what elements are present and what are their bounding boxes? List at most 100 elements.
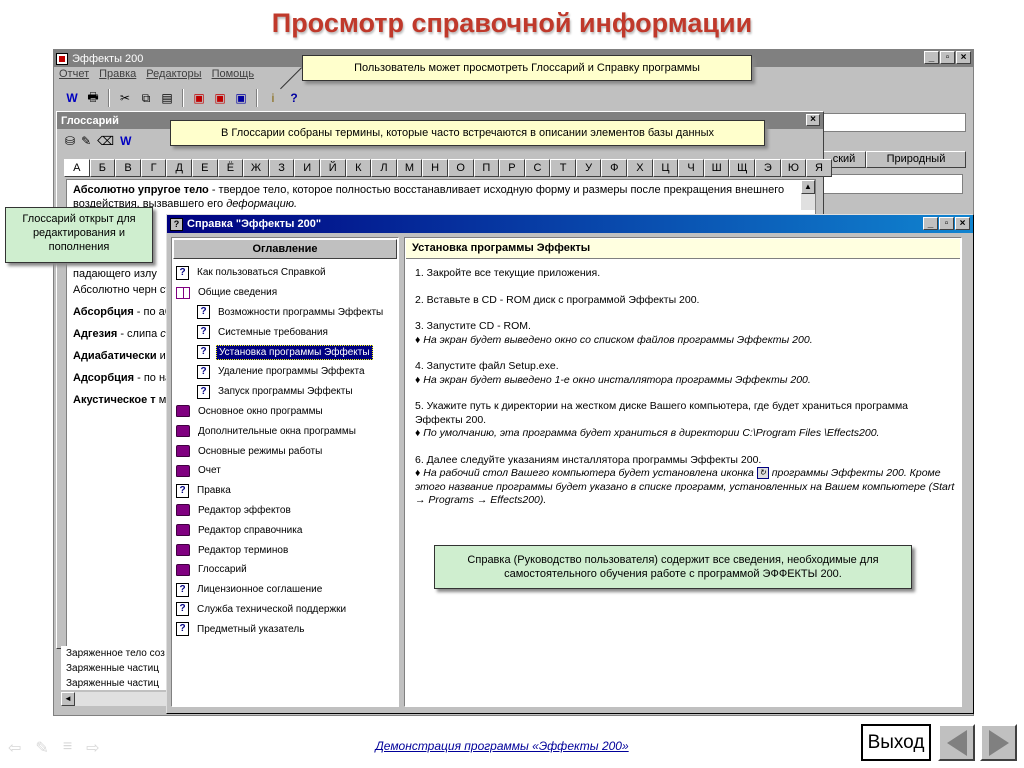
alphabet-tab[interactable]: К bbox=[345, 159, 372, 177]
question-page-icon: ? bbox=[176, 622, 189, 637]
glossary-close-button[interactable]: × bbox=[806, 114, 820, 126]
add-term-icon[interactable]: ⛁ bbox=[65, 134, 75, 148]
alphabet-tab[interactable]: Ч bbox=[678, 159, 704, 177]
alphabet-tab[interactable]: А bbox=[64, 159, 90, 177]
toc-item[interactable]: ? Удаление программы Эффекта bbox=[176, 362, 396, 382]
toc-item[interactable]: ? Служба технической поддержки bbox=[176, 600, 396, 620]
book-icon bbox=[176, 425, 190, 438]
toc-item[interactable]: Общие сведения bbox=[176, 283, 396, 303]
alphabet-tab[interactable]: Ё bbox=[217, 159, 244, 177]
menu-report[interactable]: Отчет bbox=[59, 68, 89, 84]
menu-editors[interactable]: Редакторы bbox=[146, 68, 201, 84]
left-triangle-icon bbox=[946, 729, 967, 756]
demo-link[interactable]: Демонстрация программы «Эффекты 200» bbox=[0, 739, 1004, 753]
alphabet-tab[interactable]: Й bbox=[319, 159, 346, 177]
toc-item[interactable]: ? Установка программы Эффекты bbox=[176, 342, 396, 362]
step-note: ♦ На экран будет выведено окно со списко… bbox=[415, 333, 813, 346]
toc-item[interactable]: Очет bbox=[176, 461, 396, 481]
alphabet-tab[interactable]: У bbox=[575, 159, 602, 177]
help-maximize-button[interactable]: ▫ bbox=[939, 217, 954, 230]
alphabet-tab[interactable]: Н bbox=[422, 159, 448, 177]
toc-item[interactable]: ? Системные требования bbox=[176, 322, 396, 342]
alphabet-tab[interactable]: З bbox=[268, 159, 295, 177]
menu-help[interactable]: Помощь bbox=[212, 68, 255, 84]
alphabet-tabs: АБВГДЕЁЖЗИЙКЛМНОПРСТУФХЦЧШЩЭЮЯ bbox=[64, 159, 832, 177]
alphabet-tab[interactable]: Ю bbox=[780, 159, 807, 177]
toc-item[interactable]: Редактор эффектов bbox=[176, 501, 396, 521]
alphabet-tab[interactable]: В bbox=[115, 159, 141, 177]
content-pane: Установка программы Эффекты 1. Закройте … bbox=[404, 237, 962, 707]
toc-item[interactable]: ? Лицензионное соглашение bbox=[176, 580, 396, 600]
help-close-button[interactable]: × bbox=[955, 217, 970, 230]
alphabet-tab[interactable]: М bbox=[396, 159, 423, 177]
menu-edit[interactable]: Правка bbox=[99, 68, 136, 84]
edit-term-icon[interactable]: ✎ bbox=[81, 134, 91, 148]
terms-icon[interactable]: ▣ bbox=[232, 89, 250, 107]
alphabet-tab[interactable]: П bbox=[473, 159, 500, 177]
alphabet-tab[interactable]: Р bbox=[499, 159, 525, 177]
horizontal-scrollbar[interactable]: ◄ bbox=[61, 692, 171, 706]
scroll-up-arrow[interactable]: ▲ bbox=[801, 180, 815, 194]
term-list-item[interactable]: Заряженные частиц bbox=[66, 661, 171, 676]
toc-item-label: Редактор терминов bbox=[198, 544, 289, 556]
alphabet-tab[interactable]: Я bbox=[806, 159, 832, 177]
term-list-item[interactable]: Заряженные частиц bbox=[66, 676, 171, 690]
maximize-button[interactable]: ▫ bbox=[940, 51, 955, 64]
toc-item-label: Предметный указатель bbox=[197, 623, 305, 635]
toc-item[interactable]: Глоссарий bbox=[176, 560, 396, 580]
alphabet-tab[interactable]: Щ bbox=[729, 159, 756, 177]
exit-button[interactable]: Выход bbox=[861, 724, 931, 761]
book-icon bbox=[176, 563, 190, 576]
word-icon[interactable]: W bbox=[63, 89, 81, 107]
alphabet-tab[interactable]: Г bbox=[140, 159, 167, 177]
toc-item[interactable]: ? Предметный указатель bbox=[176, 619, 396, 639]
alphabet-tab[interactable]: Д bbox=[166, 159, 192, 177]
toc-item[interactable]: Редактор справочника bbox=[176, 520, 396, 540]
alphabet-tab[interactable]: Л bbox=[371, 159, 397, 177]
previous-button[interactable] bbox=[938, 724, 975, 761]
toc-item[interactable]: ? Запуск программы Эффекты bbox=[176, 382, 396, 402]
help-icon[interactable]: ? bbox=[285, 89, 303, 107]
next-button[interactable] bbox=[980, 724, 1017, 761]
term-list-item[interactable]: Заряженное тело соз bbox=[66, 646, 171, 661]
glossary-definition-italic: деформацию. bbox=[226, 198, 298, 210]
reference-icon[interactable]: ▣ bbox=[211, 89, 229, 107]
alphabet-tab[interactable]: И bbox=[294, 159, 320, 177]
alphabet-tab[interactable]: С bbox=[524, 159, 551, 177]
tab-natural[interactable]: Природный bbox=[866, 151, 966, 168]
alphabet-tab[interactable]: Ф bbox=[601, 159, 628, 177]
alphabet-tab[interactable]: Ц bbox=[652, 159, 679, 177]
alphabet-tab[interactable]: Б bbox=[89, 159, 116, 177]
alphabet-tab[interactable]: Ж bbox=[243, 159, 269, 177]
toc-item[interactable]: Редактор терминов bbox=[176, 540, 396, 560]
minimize-button[interactable]: _ bbox=[924, 51, 939, 64]
alphabet-tab[interactable]: О bbox=[447, 159, 474, 177]
help-minimize-button[interactable]: _ bbox=[923, 217, 938, 230]
open-book-icon bbox=[176, 286, 190, 299]
search-field[interactable] bbox=[822, 113, 966, 132]
scroll-left-arrow[interactable]: ◄ bbox=[61, 692, 75, 706]
glossary-scrollbar[interactable]: ▲ bbox=[801, 180, 815, 210]
print-icon[interactable]: 🖶 bbox=[84, 89, 102, 107]
toc-pane: Оглавление ? Как пользоваться Справкой Общ… bbox=[171, 237, 399, 707]
alphabet-tab[interactable]: Э bbox=[755, 159, 781, 177]
toc-item[interactable]: ? Возможности программы Эффекты bbox=[176, 303, 396, 323]
glossary-term: Абсолютно упругое тело bbox=[73, 184, 209, 196]
alphabet-tab[interactable]: Ш bbox=[703, 159, 730, 177]
toc-item[interactable]: Дополнительные окна программы bbox=[176, 421, 396, 441]
toc-item[interactable]: Основное окно программы bbox=[176, 402, 396, 422]
cut-icon[interactable]: ✂ bbox=[116, 89, 134, 107]
delete-term-icon[interactable]: ⌫ bbox=[97, 134, 114, 148]
word-export-icon[interactable]: W bbox=[120, 134, 131, 148]
alphabet-tab[interactable]: Т bbox=[550, 159, 576, 177]
toc-item[interactable]: ? Правка bbox=[176, 481, 396, 501]
alphabet-tab[interactable]: Е bbox=[191, 159, 218, 177]
toc-item[interactable]: Основные режимы работы bbox=[176, 441, 396, 461]
alphabet-tab[interactable]: Х bbox=[627, 159, 653, 177]
copy-icon[interactable]: ⧉ bbox=[137, 89, 155, 107]
toc-item[interactable]: ? Как пользоваться Справкой bbox=[176, 263, 396, 283]
effects-icon[interactable]: ▣ bbox=[190, 89, 208, 107]
close-button[interactable]: × bbox=[956, 51, 971, 64]
paste-icon[interactable]: ▤ bbox=[158, 89, 176, 107]
glossary-icon[interactable]: i bbox=[264, 89, 282, 107]
